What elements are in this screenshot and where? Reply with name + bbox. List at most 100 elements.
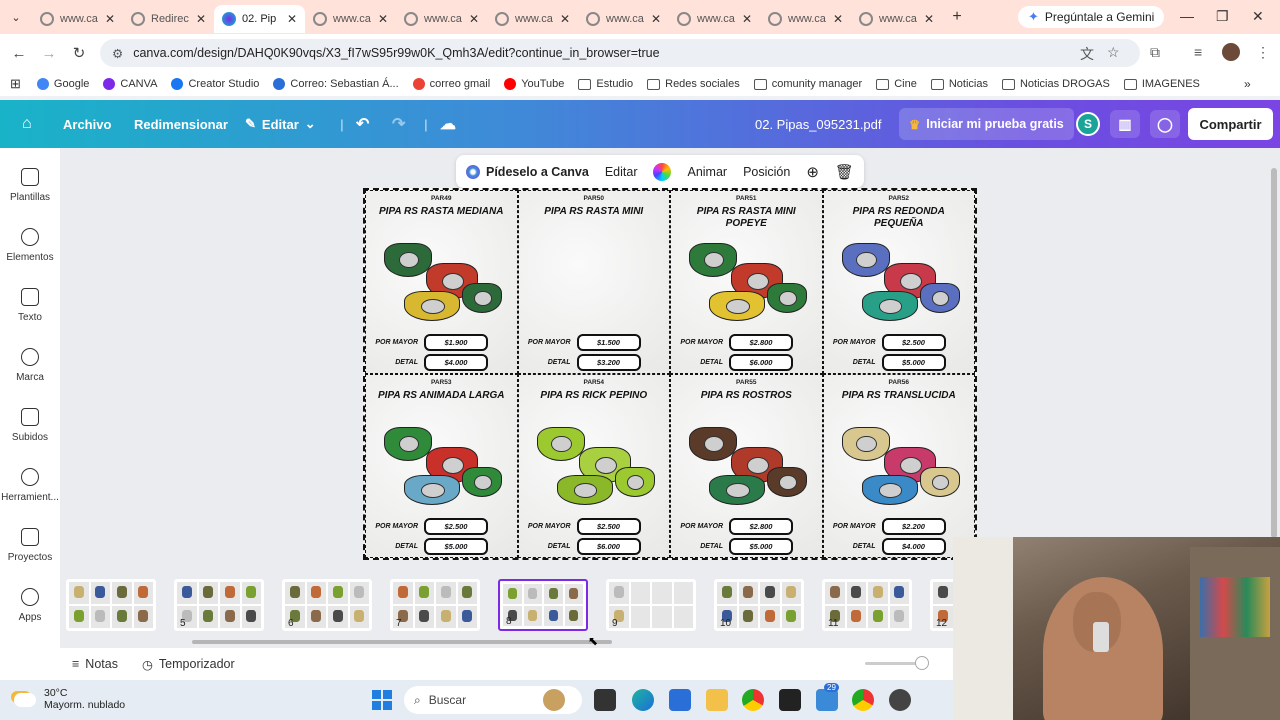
zoom-slider-knob[interactable]	[915, 656, 929, 670]
app-icon[interactable]	[779, 689, 801, 711]
color-wheel-icon[interactable]	[653, 162, 672, 181]
browser-tab[interactable]: Redirec ✕	[123, 5, 214, 33]
home-icon[interactable]: ⌂	[22, 115, 32, 133]
back-icon[interactable]: ←	[4, 45, 34, 62]
bookmark-item[interactable]: Redes sociales	[647, 78, 740, 90]
close-tab-icon[interactable]: ✕	[378, 12, 388, 26]
trash-icon[interactable]: 🗑	[835, 163, 854, 181]
page-thumbnail[interactable]: 11	[822, 579, 912, 631]
close-tab-icon[interactable]: ✕	[833, 12, 843, 26]
reload-icon[interactable]: ↻	[64, 44, 94, 62]
redimensionar-button[interactable]: Redimensionar	[134, 117, 228, 132]
minimize-icon[interactable]: —	[1180, 8, 1194, 24]
browser-tab[interactable]: www.ca ✕	[396, 5, 487, 33]
sidebar-item-elements[interactable]: Elementos	[0, 228, 60, 263]
close-tab-icon[interactable]: ✕	[651, 12, 661, 26]
editar-menu[interactable]: ✎ Editar ⌄	[245, 116, 316, 132]
close-tab-icon[interactable]: ✕	[924, 12, 934, 26]
forward-icon[interactable]: →	[34, 45, 64, 62]
document-title[interactable]: 02. Pipas_095231.pdf	[755, 117, 882, 132]
bookmark-item[interactable]: correo gmail	[412, 78, 490, 90]
bookmark-item[interactable]: YouTube	[504, 78, 564, 90]
browser-tab[interactable]: www.ca ✕	[578, 5, 669, 33]
product-card[interactable]: PAR51 PIPA RS RASTA MINI POPEYE POR MAYOR $…	[670, 190, 823, 374]
close-tab-icon[interactable]: ✕	[742, 12, 752, 26]
page-thumbnail[interactable]: 12	[930, 579, 953, 631]
horizontal-scrollbar[interactable]	[192, 640, 612, 644]
chrome-menu-icon[interactable]: ⋮	[1256, 44, 1270, 61]
bookmark-item[interactable]: Noticias	[930, 78, 988, 90]
product-card[interactable]: PAR52 PIPA RS REDONDA PEQUEÑA POR MAYOR $2.…	[822, 190, 975, 374]
sidebar-item-brand[interactable]: Marca	[0, 348, 60, 383]
browser-tab[interactable]: 02. Pip ✕	[214, 5, 305, 33]
sidebar-item-uploads[interactable]: Subidos	[0, 408, 60, 443]
comments-icon[interactable]: ◯	[1150, 110, 1180, 138]
profile-avatar[interactable]	[1222, 43, 1240, 61]
page-thumbnail[interactable]: 10	[714, 579, 804, 631]
page-thumbnail[interactable]: 6	[282, 579, 372, 631]
messaging-icon[interactable]: 29	[816, 683, 839, 711]
undo-icon[interactable]: ↶	[356, 114, 369, 134]
sidebar-item-text[interactable]: Texto	[0, 288, 60, 323]
bookmark-item[interactable]: Google	[36, 78, 89, 90]
user-avatar[interactable]: S	[1076, 112, 1100, 136]
file-explorer-icon[interactable]	[706, 689, 728, 711]
sidebar-item-tools[interactable]: Herramient...	[0, 468, 60, 503]
page-thumbnail[interactable]: 5	[174, 579, 264, 631]
product-card[interactable]: PAR55 PIPA RS ROSTROS POR MAYOR $2.800 DETAL…	[670, 374, 823, 558]
design-page[interactable]: PAR49 PIPA RS RASTA MEDIANA POR MAYOR $1.90…	[363, 188, 977, 560]
product-card[interactable]: PAR54 PIPA RS RICK PEPINO POR MAYOR $2.500 D…	[517, 374, 670, 558]
close-tab-icon[interactable]: ✕	[287, 12, 297, 26]
notes-button[interactable]: ≡ Notas	[72, 657, 118, 671]
owl-widget-icon[interactable]	[543, 689, 565, 711]
site-info-icon[interactable]: ⚙	[112, 46, 123, 61]
product-card[interactable]: PAR53 PIPA RS ANIMADA LARGA POR MAYOR $2.50…	[365, 374, 518, 558]
browser-tab[interactable]: www.ca ✕	[669, 5, 760, 33]
reading-list-icon[interactable]: ≡	[1194, 44, 1202, 60]
new-tab-button[interactable]: +	[942, 8, 972, 26]
cloud-saved-icon[interactable]: ☁	[440, 114, 456, 134]
close-tab-icon[interactable]: ✕	[560, 12, 570, 26]
maximize-icon[interactable]: ❐	[1216, 8, 1229, 25]
sidebar-item-projects[interactable]: Proyectos	[0, 528, 60, 563]
bookmark-item[interactable]: CANVA	[103, 78, 157, 90]
edit-image-button[interactable]: Editar	[605, 165, 638, 179]
weather-widget[interactable]: 30°C Mayorm. nublado	[14, 687, 125, 711]
windows-start-icon[interactable]	[372, 690, 392, 710]
bookmark-item[interactable]: Noticias DROGAS	[1001, 78, 1110, 90]
page-thumbnail[interactable]: 9	[606, 579, 696, 631]
extensions-icon[interactable]: ⧉	[1150, 44, 1160, 61]
insights-icon[interactable]: ▥	[1110, 110, 1140, 138]
chrome-profile-icon[interactable]	[852, 689, 874, 711]
page-thumbnail[interactable]: 7	[390, 579, 480, 631]
product-card[interactable]: PAR49 PIPA RS RASTA MEDIANA POR MAYOR $1.90…	[365, 190, 518, 374]
app2-icon[interactable]	[889, 689, 911, 711]
store-icon[interactable]	[669, 689, 691, 711]
page-thumbnail[interactable]: 8	[498, 579, 588, 631]
position-button[interactable]: Posición	[743, 165, 790, 179]
bookmark-item[interactable]: Estudio	[578, 78, 633, 90]
product-card[interactable]: PAR56 PIPA RS TRANSLUCIDA POR MAYOR $2.200 D…	[822, 374, 975, 558]
page-thumbnail[interactable]	[66, 579, 156, 631]
bookmark-item[interactable]: Cine	[876, 78, 917, 90]
translate-icon[interactable]: 文	[1080, 44, 1094, 64]
bookmark-item[interactable]: comunity manager	[753, 78, 862, 90]
browser-tab[interactable]: www.ca ✕	[760, 5, 851, 33]
add-comment-icon[interactable]: ⊕	[806, 163, 819, 181]
task-view-icon[interactable]	[594, 689, 616, 711]
bookmark-item[interactable]: Correo: Sebastian Á...	[273, 78, 399, 90]
bookmark-item[interactable]: IMAGENES	[1123, 78, 1200, 90]
browser-tab[interactable]: www.ca ✕	[851, 5, 942, 33]
chrome-icon[interactable]	[742, 689, 764, 711]
archivo-menu[interactable]: Archivo	[63, 117, 111, 132]
close-tab-icon[interactable]: ✕	[105, 12, 115, 26]
trial-button[interactable]: ♛ Iniciar mi prueba gratis	[899, 108, 1074, 140]
product-card[interactable]: PAR50 PIPA RS RASTA MINI POR MAYOR $1.500 DE…	[517, 190, 670, 374]
apps-grid-icon[interactable]: ⊞	[10, 76, 21, 92]
more-bookmarks-icon[interactable]: »	[1244, 77, 1251, 91]
vertical-scrollbar[interactable]	[1271, 168, 1277, 538]
edge-icon[interactable]	[632, 689, 654, 711]
ask-canva-button[interactable]: Pídeselo a Canva	[466, 164, 589, 179]
timer-button[interactable]: ◷ Temporizador	[142, 657, 235, 672]
browser-tab[interactable]: www.ca ✕	[487, 5, 578, 33]
